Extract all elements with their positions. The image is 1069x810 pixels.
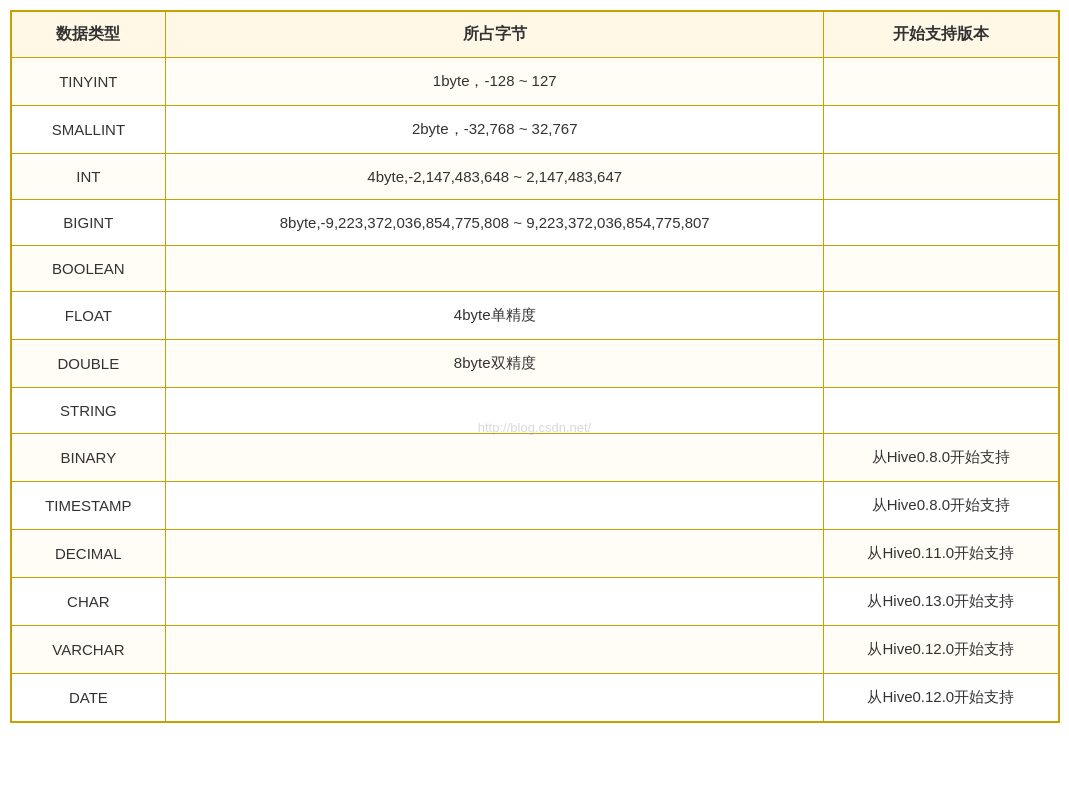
cell-bytes <box>166 388 824 434</box>
cell-bytes <box>166 530 824 578</box>
table-row: BINARY 从Hive0.8.0开始支持 <box>11 434 1058 482</box>
cell-type: VARCHAR <box>11 626 166 674</box>
table-row: FLOAT4byte单精度 <box>11 292 1058 340</box>
cell-type: DECIMAL <box>11 530 166 578</box>
cell-bytes: 8byte,-9,223,372,036,854,775,808 ~ 9,223… <box>166 200 824 246</box>
cell-bytes <box>166 246 824 292</box>
cell-version: 从Hive0.12.0开始支持 <box>824 626 1058 674</box>
cell-version: 从Hive0.12.0开始支持 <box>824 674 1058 722</box>
cell-type: DOUBLE <box>11 340 166 388</box>
cell-type: CHAR <box>11 578 166 626</box>
cell-bytes <box>166 434 824 482</box>
cell-type: BINARY <box>11 434 166 482</box>
cell-bytes <box>166 626 824 674</box>
table-row: TIMESTAMP 从Hive0.8.0开始支持 <box>11 482 1058 530</box>
table-row: VARCHAR 从Hive0.12.0开始支持 <box>11 626 1058 674</box>
table-row: STRING <box>11 388 1058 434</box>
header-version: 开始支持版本 <box>824 12 1058 58</box>
cell-version: 从Hive0.8.0开始支持 <box>824 434 1058 482</box>
cell-bytes: 8byte双精度 <box>166 340 824 388</box>
cell-type: BIGINT <box>11 200 166 246</box>
cell-version <box>824 388 1058 434</box>
table-row: DECIMAL 从Hive0.11.0开始支持 <box>11 530 1058 578</box>
cell-version <box>824 106 1058 154</box>
cell-bytes: 2byte，-32,768 ~ 32,767 <box>166 106 824 154</box>
cell-type: STRING <box>11 388 166 434</box>
cell-version <box>824 246 1058 292</box>
table-row: TINYINT1byte，-128 ~ 127 <box>11 58 1058 106</box>
cell-type: FLOAT <box>11 292 166 340</box>
cell-version: 从Hive0.11.0开始支持 <box>824 530 1058 578</box>
cell-bytes: 1byte，-128 ~ 127 <box>166 58 824 106</box>
cell-version: 从Hive0.8.0开始支持 <box>824 482 1058 530</box>
cell-bytes <box>166 578 824 626</box>
table-row: INT4byte,-2,147,483,648 ~ 2,147,483,647 <box>11 154 1058 200</box>
cell-type: SMALLINT <box>11 106 166 154</box>
cell-type: BOOLEAN <box>11 246 166 292</box>
table-row: BOOLEAN <box>11 246 1058 292</box>
cell-type: DATE <box>11 674 166 722</box>
table-row: SMALLINT2byte，-32,768 ~ 32,767 <box>11 106 1058 154</box>
cell-type: TINYINT <box>11 58 166 106</box>
header-type: 数据类型 <box>11 12 166 58</box>
cell-version <box>824 154 1058 200</box>
table-row: DOUBLE8byte双精度 <box>11 340 1058 388</box>
table-row: BIGINT8byte,-9,223,372,036,854,775,808 ~… <box>11 200 1058 246</box>
cell-bytes <box>166 482 824 530</box>
cell-version <box>824 200 1058 246</box>
cell-version: 从Hive0.13.0开始支持 <box>824 578 1058 626</box>
cell-type: INT <box>11 154 166 200</box>
cell-version <box>824 340 1058 388</box>
cell-bytes: 4byte单精度 <box>166 292 824 340</box>
cell-bytes <box>166 674 824 722</box>
cell-version <box>824 58 1058 106</box>
cell-version <box>824 292 1058 340</box>
table-row: DATE 从Hive0.12.0开始支持 <box>11 674 1058 722</box>
table-row: CHAR 从Hive0.13.0开始支持 <box>11 578 1058 626</box>
cell-type: TIMESTAMP <box>11 482 166 530</box>
cell-bytes: 4byte,-2,147,483,648 ~ 2,147,483,647 <box>166 154 824 200</box>
header-bytes: 所占字节 <box>166 12 824 58</box>
